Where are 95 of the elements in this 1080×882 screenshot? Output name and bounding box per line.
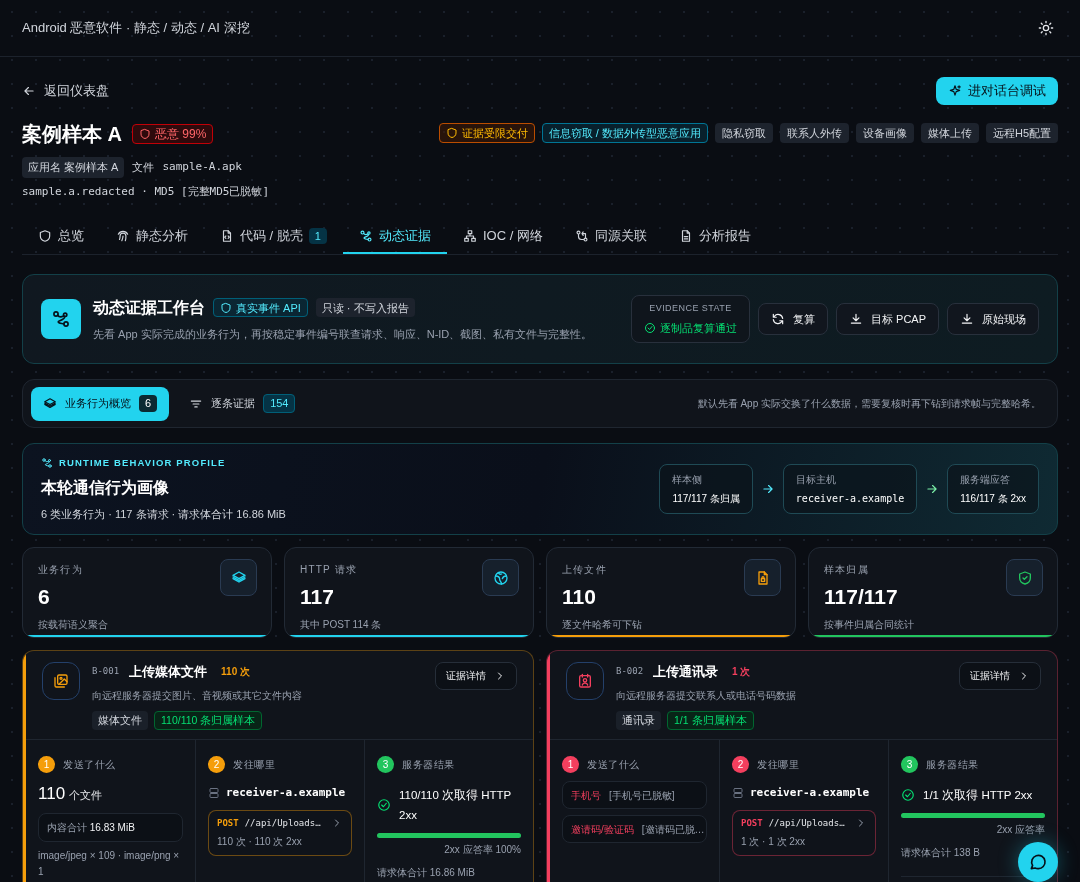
category-tag: 信息窃取 / 数据外传型恶意应用 [541,123,708,143]
behavior-count: 110 次 [221,665,250,680]
behavior-title: 上传媒体文件 [129,663,208,681]
behavior-count: 1 次 [732,665,751,680]
profile-summary: 6 类业务行为 · 117 条请求 · 请求体合计 16.86 MiB [41,506,286,522]
category-tag: 隐私窃取 [714,123,773,143]
profile-title: 本轮通信行为画像 [41,477,170,498]
state-label: EVIDENCE STATE [649,302,732,315]
stat-value: 110 [562,584,597,610]
subtab[interactable]: 逐条证据 154 [177,386,308,421]
step-number: 3 [901,756,918,773]
step-title: 发送了什么 [63,758,116,772]
api-badge: 真实事件 API [213,298,308,318]
action-button[interactable]: 原始现场 [947,303,1039,335]
stat-note: 按载荷语义聚合 [38,617,109,632]
result-text: 110/110 次取得 HTTP 2xx [399,788,513,823]
stat-note: 按事件归属合同统计 [824,617,915,632]
back-link[interactable]: 返回仪表盘 [22,81,109,101]
action-button[interactable]: 复算 [758,303,828,335]
flow-node: 目标主机 receiver-a.example [782,464,918,514]
tab[interactable]: 同源关联 [558,220,663,254]
stat-label: 业务行为 [38,563,84,577]
stat-label: HTTP 请求 [300,563,359,577]
details-button[interactable]: 证据详情 [435,662,517,690]
stat-value: 6 [38,584,51,610]
category-chip: 通讯录 [616,710,661,731]
subtab[interactable]: 业务行为概览 6 [31,386,170,421]
category-tag: 联系人外传 [779,123,849,143]
tab[interactable]: 总览 [22,220,100,254]
step-title: 发往哪里 [757,758,799,772]
mime-types: image/jpeg × 109 · image/png × 1 [38,848,181,879]
category-tag: 设备画像 [855,123,914,143]
attribution-chip: 1/1 条归属样本 [667,710,754,731]
workbench-title: 动态证据工作台 [93,297,205,318]
flow-node: 服务端应答 116/117 条 2xx [947,464,1039,514]
state-value: 逐制品复算通过 [644,319,737,336]
request-body-total: 请求体合计 16.86 MiB [377,866,475,880]
step-number: 2 [732,756,749,773]
behavior-title: 上传通讯录 [653,663,719,681]
target-host: receiver-a.example [226,785,346,801]
step-title: 服务器结果 [402,758,455,772]
content-total: 内容合计 16.83 MiB [38,812,183,842]
workbench-description: 先看 App 实际完成的业务行为，再按稳定事件编号联查请求、响应、N-ID、截图、私有文件与完整性。 [93,326,593,342]
endpoint-row[interactable]: POST //api/Uploads… 110 次 · 110 次 2xx [208,809,352,856]
stat-label: 上传文件 [562,563,608,577]
response-rate: 2xx 应答率 100% [443,843,521,857]
stat-value: 117/117 [824,584,899,610]
stat-note: 逐文件哈希可下钻 [562,617,643,632]
category-tag: 证据受限交付 [438,123,535,143]
target-host: receiver-a.example [750,785,870,801]
profile-eyebrow: RUNTIME BEHAVIOR PROFILE [59,455,226,470]
file-count: 110 [38,783,66,805]
step-number: 2 [208,756,225,773]
behavior-code: B-001 [92,665,120,678]
step-number: 1 [38,756,55,773]
action-button[interactable]: 目标 PCAP [836,303,939,335]
subtab-hint: 默认先看 App 实际交换了什么数据，需要复核时再下钻到请求帧与完整哈希。 [697,397,1042,411]
app-name-chip: 应用名 案例样本 A [22,157,125,178]
step-title: 发送了什么 [587,758,640,772]
tab[interactable]: 动态证据 [342,220,447,254]
step-title: 服务器结果 [926,758,979,772]
verdict-badge: 恶意 99% [132,124,214,144]
request-body-total: 请求体合计 138 B [901,846,980,860]
hash-line: sample.a.redacted · MD5 [完整MD5已脱敏] [22,183,270,200]
step-number: 1 [562,756,579,773]
attribution-chip: 110/110 条归属样本 [154,710,263,731]
details-button[interactable]: 证据详情 [959,662,1041,690]
step-number: 3 [377,756,394,773]
sample-title: 案例样本 A [22,122,122,147]
tab[interactable]: 静态分析 [100,220,204,254]
category-chip: 媒体文件 [92,710,148,731]
data-field: 手机号 [手机号已脱敏] [562,781,707,809]
file-name: sample-A.apk [162,159,242,175]
endpoint-row[interactable]: POST //api/Uploads… 1 次 · 1 次 2xx [732,809,876,856]
stat-note: 其中 POST 114 条 [300,617,383,632]
tab[interactable]: IOC / 网络 [446,220,559,254]
step-title: 发往哪里 [233,758,275,772]
result-text: 1/1 次取得 HTTP 2xx [923,788,1033,803]
file-unit: 个文件 [69,788,103,803]
behavior-description: 向远程服务器提交图片、音视频或其它文件内容 [92,688,302,703]
readonly-badge: 只读 · 不写入报告 [315,298,415,318]
app-title: Android 恶意软件 · 静态 / 动态 / AI 深挖 [22,19,250,38]
stat-label: 样本归属 [824,563,870,577]
response-rate: 2xx 应答率 [995,823,1045,837]
tab[interactable]: 分析报告 [662,220,767,254]
stat-value: 117 [300,584,335,610]
category-tag: 远程H5配置 [985,123,1058,143]
flow-node: 样本侧 117/117 条归属 [659,464,753,514]
behavior-code: B-002 [616,665,644,678]
file-label: 文件 [132,160,155,175]
behavior-description: 向远程服务器提交联系人或电话号码数据 [616,688,796,703]
console-button[interactable]: 进对话台调试 [936,77,1058,105]
tab[interactable]: 代码 / 脱壳 1 [204,220,343,254]
data-field: 邀请码/验证码 [邀请码已脱… [562,815,707,843]
category-tag: 媒体上传 [920,123,979,143]
